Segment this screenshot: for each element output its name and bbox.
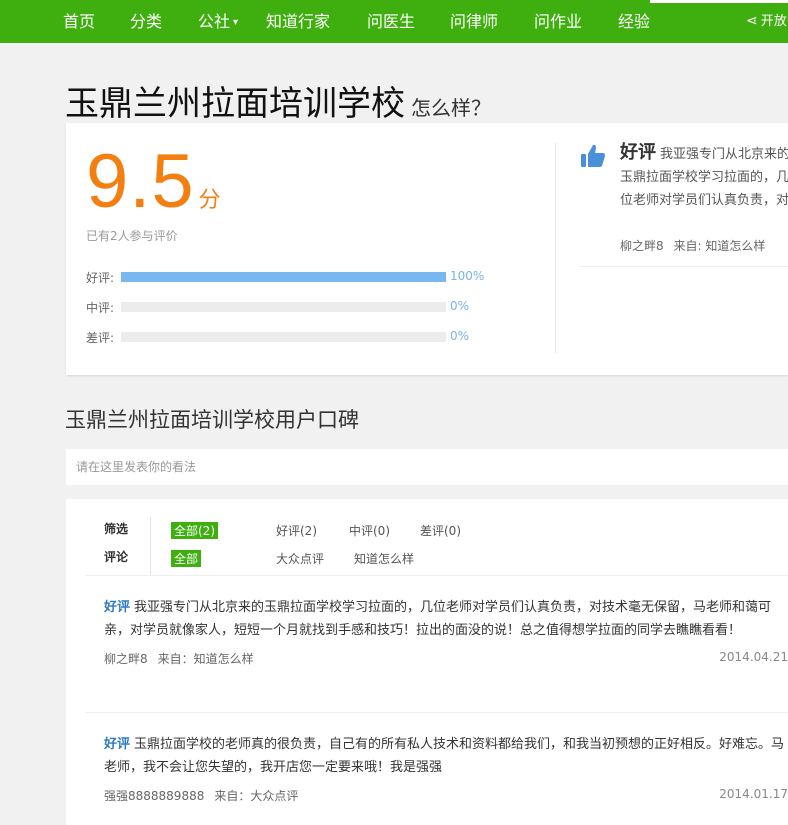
nav-item-homework[interactable]: 问作业: [534, 0, 582, 43]
review-separator: [86, 712, 788, 713]
filter-all[interactable]: 全部(2): [171, 522, 218, 539]
nav-item-commune[interactable]: 公社 ▾: [198, 0, 238, 43]
page-title: 玉鼎兰州拉面培训学校 怎么样？: [65, 76, 491, 125]
featured-review-meta: 柳之畔8 来自: 知道怎么样: [620, 237, 765, 254]
page-title-sub: 怎么样？: [411, 96, 491, 120]
rating-percent: 100%: [450, 269, 485, 283]
nav-item-experience[interactable]: 经验: [618, 0, 650, 43]
review-item: 好评 玉鼎拉面学校的老师真的很负责，自己有的所有私人技术和资料都给我们，和我当初预…: [104, 733, 788, 807]
rating-bar: [121, 302, 446, 312]
featured-review-source: 知道怎么样: [705, 239, 766, 253]
nav-item-category[interactable]: 分类: [130, 0, 162, 43]
review-tag: 好评: [104, 737, 131, 752]
review-tag: 好评: [104, 600, 131, 615]
card-divider: [555, 143, 556, 353]
filter-bad[interactable]: 差评(0): [420, 522, 461, 539]
featured-review-source-prefix: 来自:: [673, 239, 702, 253]
rating-percent: 0%: [450, 299, 470, 313]
score-unit: 分: [198, 188, 221, 213]
reviews-panel: 筛选 评论 全部(2) 好评(2) 中评(0) 差评(0) 全部 大众点评 知道…: [66, 499, 788, 825]
review-author-wrap: 柳之畔8 来自：知道怎么样: [104, 650, 254, 667]
featured-review-text-box: 好评我亚强专门从北京来的玉鼎拉面学校学习拉面的，几位老师对学员们认真负责，对技术…: [620, 141, 788, 210]
participants-count: 已有2人参与评价: [86, 229, 178, 243]
review-text: 我亚强专门从北京来的玉鼎拉面学校学习拉面的，几位老师对学员们认真负责，对技术毫无…: [104, 600, 772, 638]
section-title: 玉鼎兰州拉面培训学校用户口碑: [65, 408, 359, 432]
rating-fill: [121, 272, 446, 282]
nav-item-lawyer[interactable]: 问律师: [450, 0, 498, 43]
rating-label: 好评:: [86, 271, 115, 285]
filter-good[interactable]: 好评(2): [276, 522, 317, 539]
top-nav: 首页 分类 公社 ▾ 知道行家 问医生 问律师 问作业 经验 ⋖ 开放: [0, 0, 788, 43]
review-author: 柳之畔8: [104, 652, 148, 666]
filter-neutral[interactable]: 中评(0): [349, 522, 390, 539]
score: 9.5 分: [86, 138, 221, 225]
review-date: 2014.04.21: [719, 650, 788, 664]
nav-item-commune-label: 公社: [198, 12, 231, 31]
share-icon: ⋖: [746, 13, 758, 29]
page-title-main: 玉鼎兰州拉面培训学校: [65, 84, 405, 124]
filter-divider: [150, 517, 151, 575]
review-text: 玉鼎拉面学校的老师真的很负责，自己有的所有私人技术和资料都给我们，和我当初预想的…: [104, 737, 785, 775]
comment-input[interactable]: [66, 449, 788, 485]
review-source: 来自：大众点评: [214, 789, 299, 803]
review-author: 强强8888889888: [104, 789, 205, 803]
share-label: 开放: [760, 14, 787, 29]
rating-label: 中评:: [86, 301, 115, 315]
review-author-wrap: 强强8888889888 来自：大众点评: [104, 787, 298, 804]
review-item: 好评 我亚强专门从北京来的玉鼎拉面学校学习拉面的，几位老师对学员们认真负责，对技术…: [104, 596, 788, 670]
comment-filter-label: 评论: [104, 550, 129, 564]
chevron-down-icon: ▾: [233, 17, 239, 28]
review-body: 好评 我亚强专门从北京来的玉鼎拉面学校学习拉面的，几位老师对学员们认真负责，对技术…: [104, 596, 788, 642]
featured-review-tag: 好评: [620, 142, 656, 163]
source-all[interactable]: 全部: [171, 550, 202, 567]
review-meta: 柳之畔8 来自：知道怎么样 2014.04.21: [104, 650, 788, 670]
share-open-link[interactable]: ⋖ 开放: [746, 0, 787, 43]
review-body: 好评 玉鼎拉面学校的老师真的很负责，自己有的所有私人技术和资料都给我们，和我当初预…: [104, 733, 788, 779]
comment-box: [66, 449, 788, 485]
rating-label: 差评:: [86, 331, 115, 345]
rating-percent: 0%: [450, 329, 470, 343]
score-value: 9.5: [86, 139, 195, 224]
featured-review-author: 柳之畔8: [620, 239, 664, 253]
review-source: 来自：知道怎么样: [157, 652, 254, 666]
source-dianping[interactable]: 大众点评: [276, 550, 324, 567]
review-date: 2014.01.17: [719, 787, 788, 801]
filter-separator: [86, 575, 788, 576]
nav-item-doctor[interactable]: 问医生: [367, 0, 415, 43]
source-zhidao[interactable]: 知道怎么样: [354, 550, 414, 567]
nav-item-home[interactable]: 首页: [63, 0, 95, 43]
rating-bar: [121, 332, 446, 342]
top-strip: [650, 0, 788, 3]
filter-label: 筛选: [104, 522, 129, 536]
nav-item-experts[interactable]: 知道行家: [266, 0, 330, 43]
thumbs-up-icon: [581, 144, 605, 167]
rating-bar: [121, 272, 446, 282]
featured-review-divider: [580, 266, 788, 267]
score-card: 9.5 分 已有2人参与评价 好评: 100% 中评: 0% 差评: 0% 好评我…: [66, 123, 788, 375]
review-meta: 强强8888889888 来自：大众点评 2014.01.17: [104, 787, 788, 807]
